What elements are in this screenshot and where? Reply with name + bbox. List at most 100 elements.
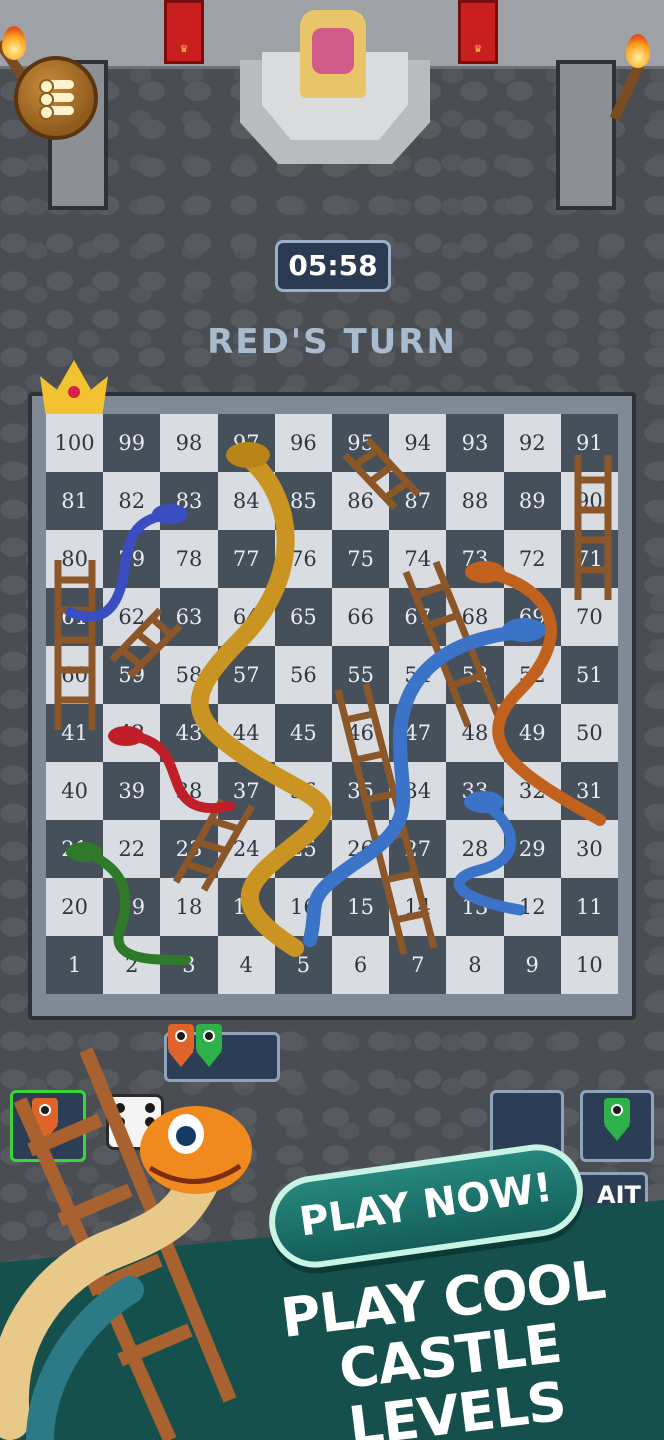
board-cell: 35 [332, 762, 390, 820]
red-banner-right: ♛ [458, 0, 498, 64]
board-cell: 13 [446, 878, 504, 936]
board-cell: 22 [103, 820, 161, 878]
board-cell: 52 [503, 646, 561, 704]
board-cell: 5 [274, 936, 332, 994]
board-cell: 87 [389, 472, 447, 530]
board-cell: 21 [46, 820, 104, 878]
board-cell: 37 [217, 762, 275, 820]
board-cell: 39 [103, 762, 161, 820]
board-cell: 89 [503, 472, 561, 530]
board-cell: 30 [560, 820, 618, 878]
board-cell: 41 [46, 704, 104, 762]
board-cell: 42 [103, 704, 161, 762]
board-cell: 53 [446, 646, 504, 704]
stone-pillar-right [556, 60, 616, 210]
board-cell: 99 [103, 414, 161, 472]
board-cell: 6 [332, 936, 390, 994]
board-cell: 61 [46, 588, 104, 646]
board-cell: 47 [389, 704, 447, 762]
red-banner-left: ♛ [164, 0, 204, 64]
board-cell: 18 [160, 878, 218, 936]
board-cell: 28 [446, 820, 504, 878]
board-cell: 75 [332, 530, 390, 588]
board-cell: 93 [446, 414, 504, 472]
board-cell: 32 [503, 762, 561, 820]
board-cell: 68 [446, 588, 504, 646]
board-cell: 79 [103, 530, 161, 588]
board-cell: 80 [46, 530, 104, 588]
board-cell: 86 [332, 472, 390, 530]
dice-button[interactable] [106, 1094, 164, 1150]
board-cell: 43 [160, 704, 218, 762]
crown-icon [40, 360, 108, 414]
throne-icon [300, 10, 366, 98]
board-cell: 8 [446, 936, 504, 994]
board-cell: 31 [560, 762, 618, 820]
board-cell: 51 [560, 646, 618, 704]
board-cell: 29 [503, 820, 561, 878]
board-cell: 60 [46, 646, 104, 704]
board-cell: 56 [274, 646, 332, 704]
board-cell: 1 [46, 936, 104, 994]
flame-icon [626, 34, 650, 68]
board-cell: 46 [332, 704, 390, 762]
board-cell: 100 [46, 414, 104, 472]
turn-indicator: RED'S TURN [207, 322, 457, 362]
board-cell: 59 [103, 646, 161, 704]
board-cell: 50 [560, 704, 618, 762]
menu-button[interactable] [14, 56, 98, 140]
board-cell: 17 [217, 878, 275, 936]
board-cell: 70 [560, 588, 618, 646]
board-cell: 27 [389, 820, 447, 878]
board-cell: 84 [217, 472, 275, 530]
board-cell: 20 [46, 878, 104, 936]
board-cell: 62 [103, 588, 161, 646]
board-cell: 14 [389, 878, 447, 936]
board-cell: 19 [103, 878, 161, 936]
board-cell: 63 [160, 588, 218, 646]
board-cell: 36 [274, 762, 332, 820]
red-player-token [32, 1098, 58, 1142]
board-cell: 33 [446, 762, 504, 820]
board-cell: 83 [160, 472, 218, 530]
menu-icon [39, 79, 74, 120]
green-player-token [604, 1098, 630, 1142]
board-cell: 78 [160, 530, 218, 588]
board-cell: 24 [217, 820, 275, 878]
board-cell: 94 [389, 414, 447, 472]
board-cell: 55 [332, 646, 390, 704]
game-board[interactable]: 100 99 98 97 96 95 94 93 92 91 81 82 83 84 85 86 87 88 89 9… [46, 414, 618, 994]
board-cell: 57 [217, 646, 275, 704]
flame-icon [2, 26, 26, 60]
board-cell: 2 [103, 936, 161, 994]
board-cell: 25 [274, 820, 332, 878]
board-cell: 49 [503, 704, 561, 762]
board-cell: 69 [503, 588, 561, 646]
board-cell: 81 [46, 472, 104, 530]
board-cell: 11 [560, 878, 618, 936]
board-cell: 4 [217, 936, 275, 994]
board-cell: 10 [560, 936, 618, 994]
board-cell: 66 [332, 588, 390, 646]
board-cell: 97 [217, 414, 275, 472]
board-cell: 72 [503, 530, 561, 588]
board-cell: 48 [446, 704, 504, 762]
board-cell: 71 [560, 530, 618, 588]
board-cell: 45 [274, 704, 332, 762]
board-cell: 74 [389, 530, 447, 588]
board-cell: 54 [389, 646, 447, 704]
board-cell: 15 [332, 878, 390, 936]
board-cell: 65 [274, 588, 332, 646]
board-cell: 88 [446, 472, 504, 530]
board-cell: 38 [160, 762, 218, 820]
board-cell: 7 [389, 936, 447, 994]
board-cell: 12 [503, 878, 561, 936]
red-player-token [168, 1024, 194, 1068]
board-cell: 16 [274, 878, 332, 936]
board-cell: 77 [217, 530, 275, 588]
board-cell: 40 [46, 762, 104, 820]
board-cell: 26 [332, 820, 390, 878]
game-screen: ♛ ♛ 05:58 RED'S TURN 100 99 98 97 96 95 94 93 92… [0, 0, 664, 1440]
board-cell: 91 [560, 414, 618, 472]
board-cell: 23 [160, 820, 218, 878]
